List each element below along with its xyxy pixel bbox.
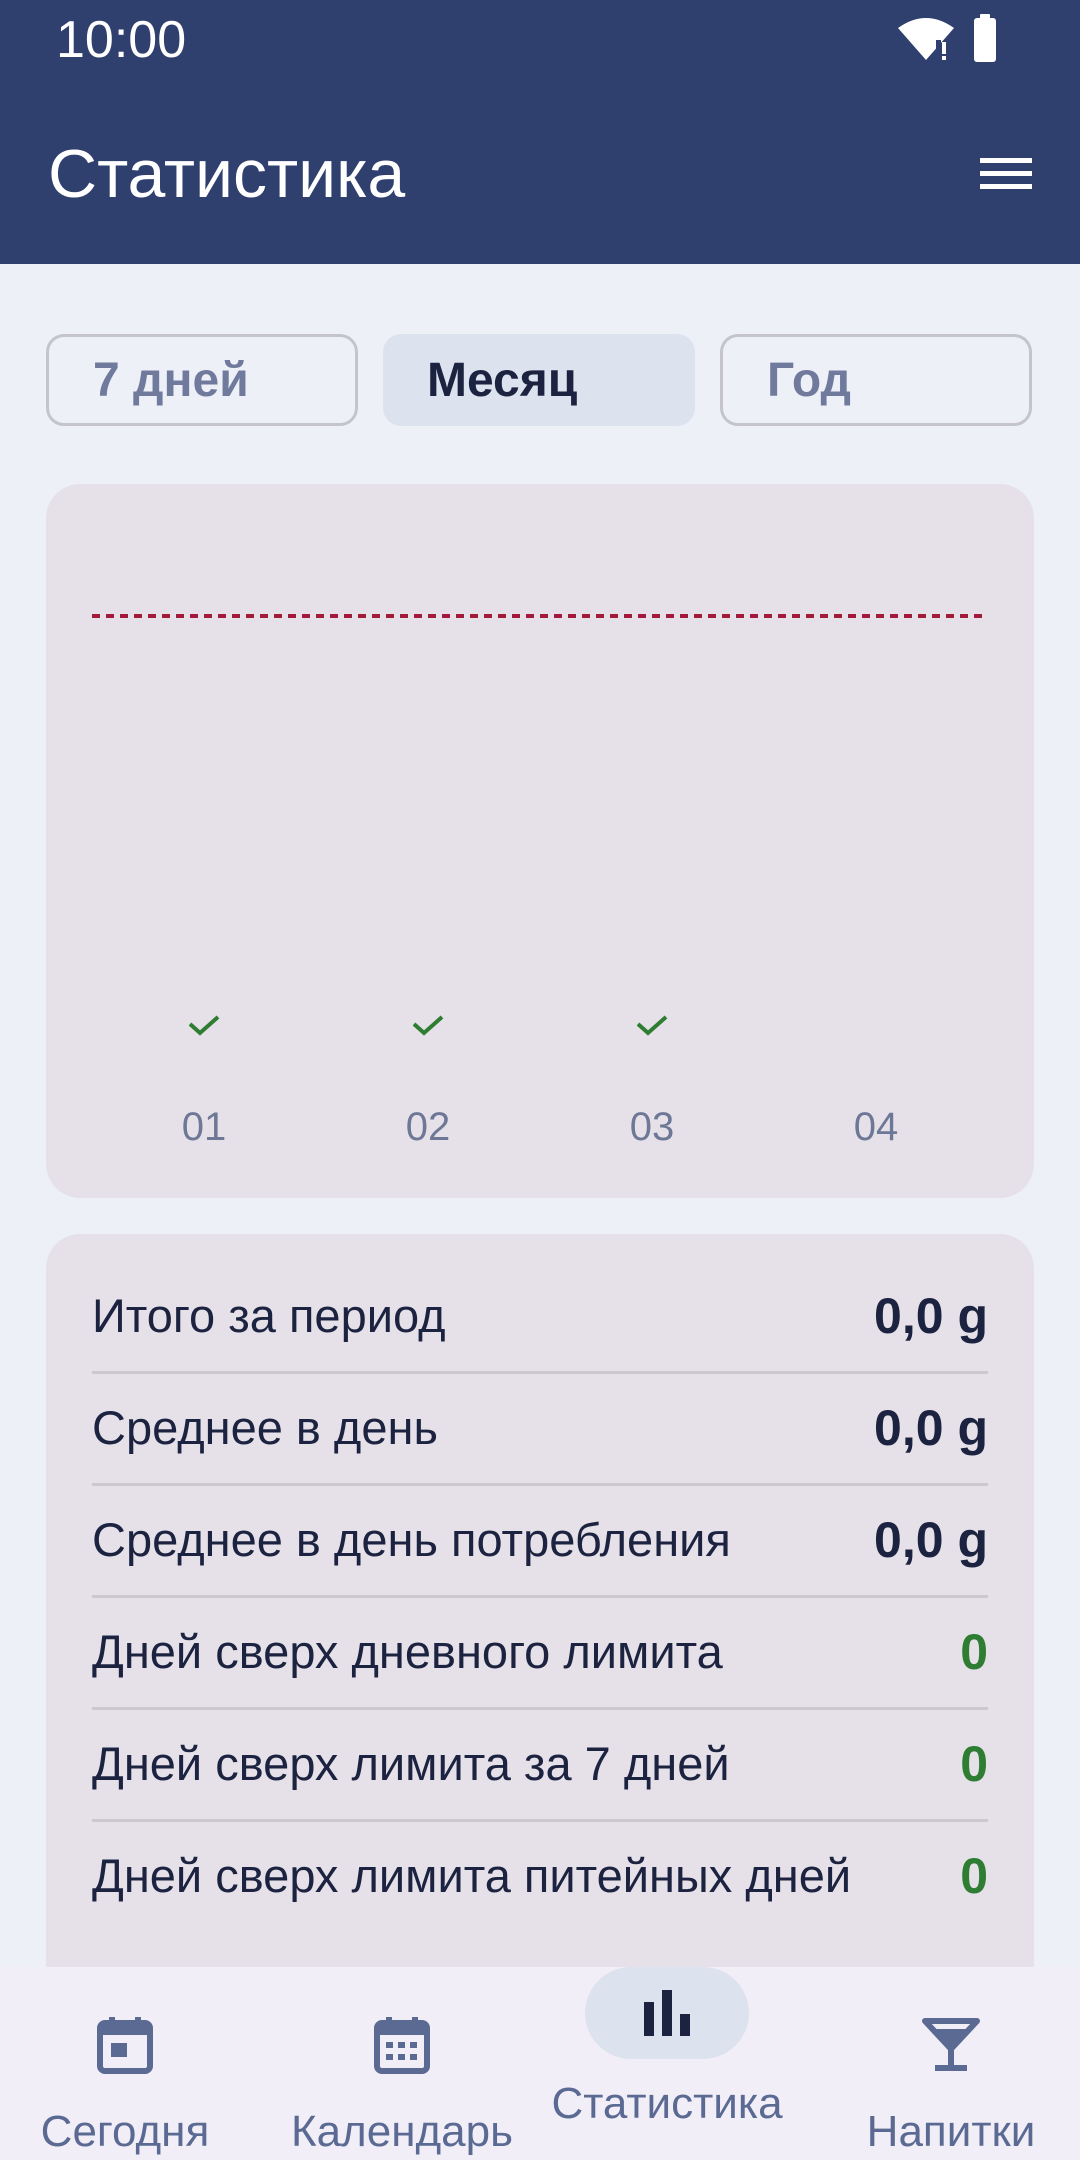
nav-label: Сегодня: [40, 2107, 210, 2156]
stat-label: Среднее в день потребления: [92, 1513, 731, 1566]
stat-row-average-consumption-day: Среднее в день потребления 0,0 g: [92, 1486, 988, 1598]
menu-icon: [980, 158, 1032, 189]
nav-item-statistics[interactable]: Статистика: [547, 1967, 787, 2160]
bottom-navigation: Сегодня Календарь Статистика Напитки: [0, 1967, 1080, 2160]
stat-value: 0: [960, 1736, 988, 1792]
segment-month[interactable]: Месяц: [383, 334, 695, 426]
segment-label: 7 дней: [93, 353, 249, 407]
x-tick-label: 01: [182, 1105, 227, 1149]
stat-row-days-over-daily-limit: Дней сверх дневного лимита 0: [92, 1598, 988, 1710]
nav-label: Напитки: [866, 2107, 1036, 2156]
stat-label: Дней сверх лимита питейных дней: [92, 1849, 852, 1902]
battery-icon: [974, 14, 996, 62]
nav-item-calendar[interactable]: Календарь: [282, 1967, 522, 2160]
cocktail-icon: [919, 2013, 983, 2077]
segment-year[interactable]: Год: [720, 334, 1032, 426]
stat-row-days-over-7-day-limit: Дней сверх лимита за 7 дней 0: [92, 1710, 988, 1822]
nav-item-drinks[interactable]: Напитки: [831, 1967, 1071, 2160]
stat-label: Среднее в день: [92, 1401, 438, 1454]
stat-label: Дней сверх дневного лимита: [92, 1625, 723, 1678]
x-tick-label: 03: [630, 1105, 675, 1149]
app-bar: 10:00 Статистика: [0, 0, 1080, 264]
stat-row-average-day: Среднее в день 0,0 g: [92, 1374, 988, 1486]
stat-value: 0,0 g: [874, 1288, 988, 1344]
bar-chart-icon: [635, 1981, 699, 2045]
x-tick-label: 02: [406, 1105, 451, 1149]
chart-card: 01 02 03 04: [46, 484, 1034, 1198]
stat-value: 0: [960, 1848, 988, 1904]
day-check-icon: [188, 1015, 220, 1036]
stat-value: 0,0 g: [874, 1512, 988, 1568]
nav-item-today[interactable]: Сегодня: [5, 1967, 245, 2160]
calendar-today-icon: [93, 2013, 157, 2077]
segment-7-days[interactable]: 7 дней: [46, 334, 358, 426]
status-icons: [896, 14, 1006, 66]
stat-value: 0: [960, 1624, 988, 1680]
day-check-icon: [412, 1015, 444, 1036]
stat-value: 0,0 g: [874, 1400, 988, 1456]
stat-label: Дней сверх лимита за 7 дней: [92, 1737, 730, 1790]
segment-label: Месяц: [427, 353, 578, 407]
nav-label: Статистика: [551, 2079, 783, 2128]
wifi-icon: [898, 18, 954, 60]
stat-label: Итого за период: [92, 1289, 446, 1342]
segment-label: Год: [767, 353, 851, 407]
menu-button[interactable]: [966, 136, 1046, 212]
day-check-icon: [636, 1015, 668, 1036]
nav-label: Календарь: [290, 2107, 514, 2156]
calendar-month-icon: [370, 2013, 434, 2077]
stat-row-total: Итого за период 0,0 g: [92, 1262, 988, 1374]
x-tick-label: 04: [854, 1105, 899, 1149]
consumption-chart: 01 02 03 04: [92, 614, 988, 1149]
page-title: Статистика: [48, 136, 406, 212]
status-time: 10:00: [56, 11, 187, 69]
